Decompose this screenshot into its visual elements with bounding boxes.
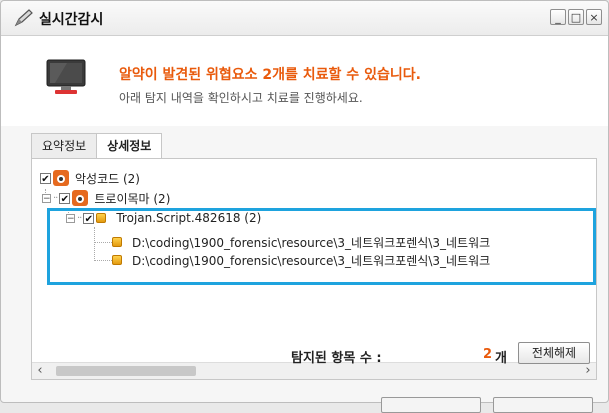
window-controls: _ □ × [550,9,602,25]
bug-icon [53,170,69,186]
collapse-toggle[interactable]: − [42,193,51,203]
minimize-button[interactable]: _ [550,9,566,25]
trojan-checkbox[interactable]: ✔ [59,192,71,205]
tree-dots: ·· [53,192,58,204]
tree-node-trojan[interactable]: − ·· ✔ 트로이목마 (2) [42,189,170,207]
alert-header: 알약이 발견된 위협요소 2개를 치료할 수 있습니다. 아래 탐지 내역을 확… [1,36,608,126]
detected-count-unit: 개 [495,351,507,366]
detected-count-value: 2 [483,347,493,362]
window-title: 실시간감시 [39,12,104,28]
realtime-monitor-window: 실시간감시 _ □ × 알약이 발견된 위협요소 2개를 치료할 수 있습니다.… [0,0,609,413]
scroll-thumb[interactable] [56,366,196,376]
malware-label: 악성코드 (2) [75,171,140,186]
warning-message: 알약이 발견된 위협요소 2개를 치료할 수 있습니다. [119,67,421,83]
title-bar: 실시간감시 _ □ × [1,1,608,36]
tree-node-malware[interactable]: ✔ 악성코드 (2) [40,169,140,187]
release-all-button[interactable]: 전체해제 [518,342,590,364]
footer-button[interactable] [381,397,481,413]
bug-icon [72,190,89,206]
tab-bar: 요약정보 상세정보 [31,133,163,159]
malware-checkbox[interactable]: ✔ [40,172,51,185]
detected-count-label: 탐지된 항목 수 : [291,351,382,366]
scroll-right-arrow[interactable]: › [580,363,596,379]
tab-summary[interactable]: 요약정보 [31,133,98,158]
maximize-button[interactable]: □ [568,9,584,25]
scroll-left-arrow[interactable]: ‹ [32,363,48,379]
close-button[interactable]: × [586,9,602,25]
tab-details[interactable]: 상세정보 [96,133,163,159]
monitor-icon [46,59,86,94]
instruction-message: 아래 탐지 내역을 확인하시고 치료를 진행하세요. [119,91,363,105]
check-pencil-icon [14,9,33,27]
trojan-label: 트로이목마 (2) [94,191,171,206]
highlight-box [47,208,596,285]
footer-button[interactable] [493,397,593,413]
